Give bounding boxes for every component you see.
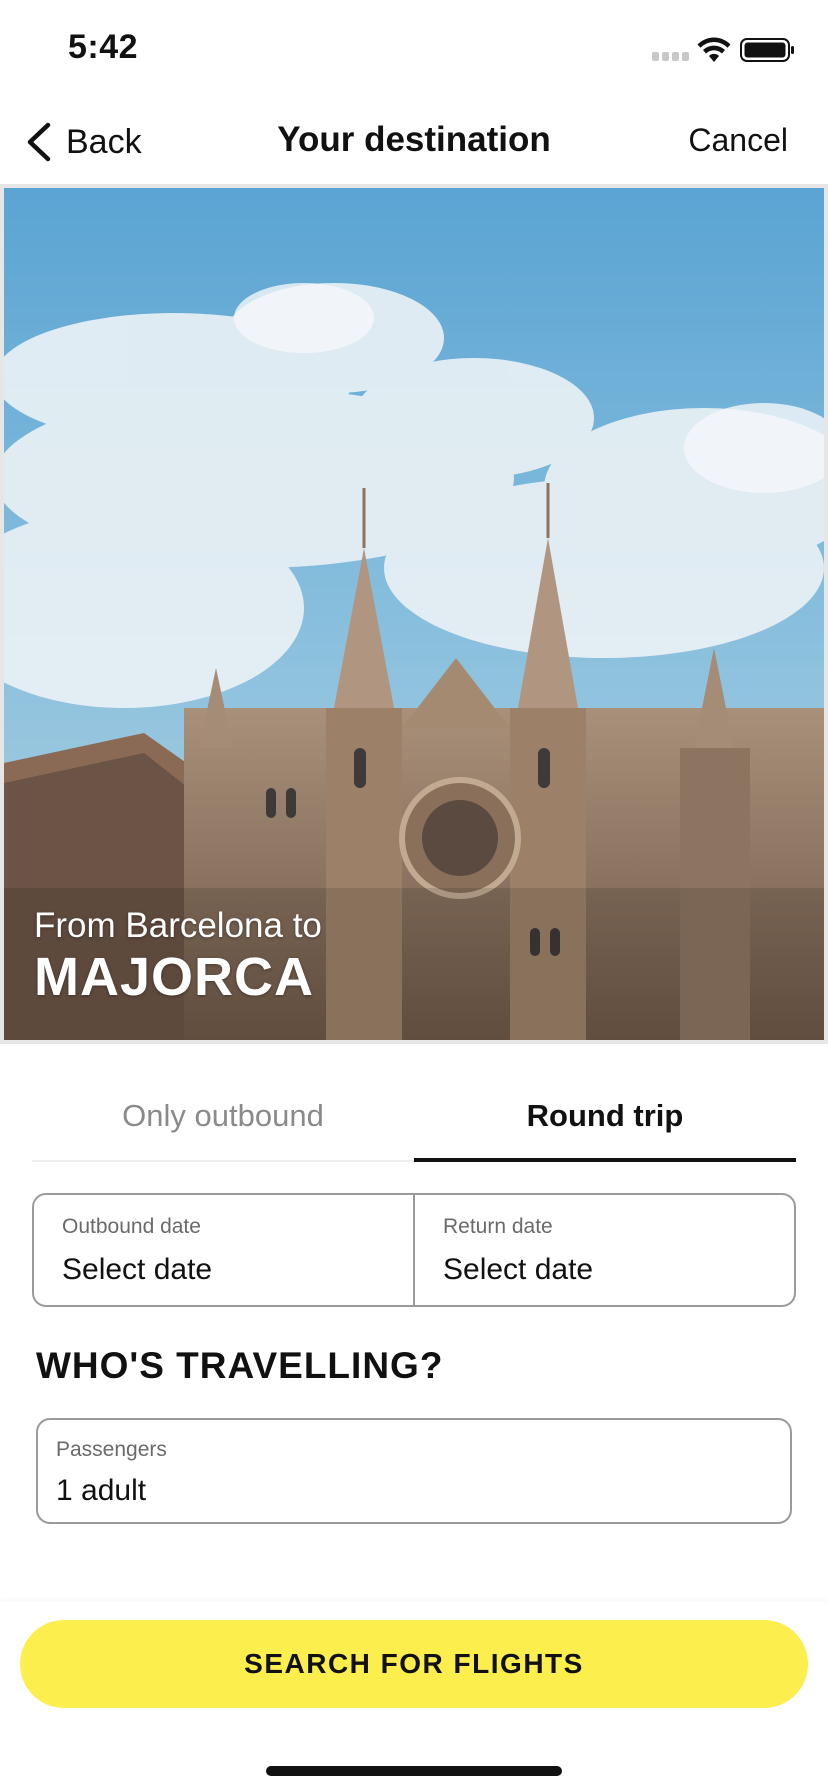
home-indicator[interactable]	[266, 1766, 562, 1776]
return-date-label: Return date	[443, 1215, 553, 1238]
battery-icon	[740, 38, 794, 62]
status-time: 5:42	[68, 28, 139, 66]
tab-round-trip[interactable]: Round trip	[414, 1080, 796, 1162]
tab-only-outbound[interactable]: Only outbound	[32, 1080, 414, 1160]
cancel-button[interactable]: Cancel	[688, 122, 788, 159]
nav-bar: Back Your destination Cancel	[0, 100, 828, 184]
route-subtitle: From Barcelona to	[34, 906, 322, 945]
destination-name: MAJORCA	[34, 947, 315, 1007]
back-label: Back	[66, 122, 142, 161]
search-flights-button[interactable]: SEARCH FOR FLIGHTS	[20, 1620, 808, 1708]
back-button[interactable]: Back	[24, 118, 142, 166]
wifi-icon	[697, 37, 731, 62]
return-date-field[interactable]: Return date Select date	[413, 1195, 794, 1305]
outbound-date-value: Select date	[62, 1253, 213, 1286]
destination-hero: From Barcelona to MAJORCA	[0, 184, 828, 1044]
status-bar: 5:42	[0, 0, 828, 96]
outbound-date-label: Outbound date	[62, 1215, 201, 1238]
passengers-label: Passengers	[56, 1438, 167, 1461]
passengers-field[interactable]: Passengers 1 adult	[36, 1418, 792, 1524]
date-fields: Outbound date Select date Return date Se…	[32, 1193, 796, 1307]
bottom-action-bar: SEARCH FOR FLIGHTS	[0, 1602, 828, 1792]
trip-type-tabs: Only outbound Round trip	[32, 1080, 796, 1162]
chevron-left-icon	[27, 122, 51, 162]
screen: 5:42 Back Your destination Cancel From B…	[0, 0, 828, 1792]
travellers-heading: WHO'S TRAVELLING?	[36, 1345, 444, 1386]
outbound-date-field[interactable]: Outbound date Select date	[34, 1195, 413, 1305]
return-date-value: Select date	[443, 1253, 594, 1286]
passengers-value: 1 adult	[56, 1474, 147, 1507]
cellular-signal-icon	[652, 52, 692, 62]
